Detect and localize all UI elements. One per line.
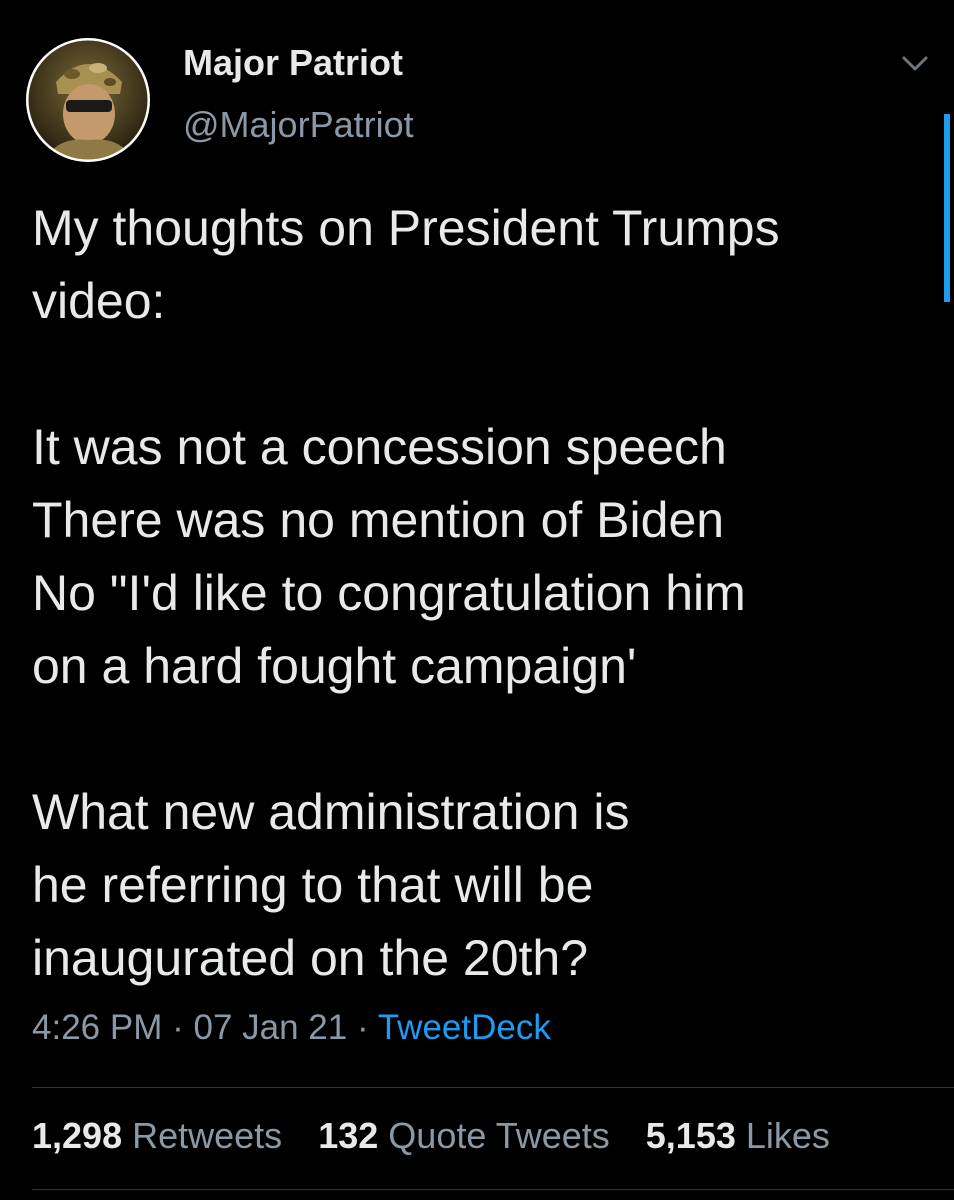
divider — [32, 1087, 954, 1088]
tweet-line: It was not a concession speech — [32, 419, 727, 475]
tweet-detail: Major Patriot @MajorPatriot My thoughts … — [0, 0, 954, 1200]
tweet-time[interactable]: 4:26 PM — [32, 1008, 162, 1047]
retweets-label: Retweets — [132, 1115, 283, 1156]
tweet-date[interactable]: 07 Jan 21 — [193, 1008, 347, 1047]
profile-photo-icon — [26, 38, 150, 162]
quote-tweets-count: 132 — [318, 1115, 379, 1156]
tweet-meta: 4:26 PM · 07 Jan 21 · TweetDeck — [32, 1008, 551, 1048]
tweet-line: he referring to that will be — [32, 857, 594, 913]
likes-label: Likes — [745, 1115, 830, 1156]
tweet-line: inaugurated on the 20th? — [32, 930, 589, 986]
retweets-count: 1,298 — [32, 1115, 123, 1156]
retweets-stat[interactable]: 1,298 Retweets — [32, 1115, 282, 1156]
tweet-text: My thoughts on President Trumps video: I… — [32, 192, 932, 995]
tweet-source-link[interactable]: TweetDeck — [378, 1008, 551, 1047]
author-name[interactable]: Major Patriot — [183, 42, 403, 84]
tweet-line: My thoughts on President Trumps — [32, 200, 780, 256]
tweet-line: video: — [32, 273, 166, 329]
divider — [32, 1189, 954, 1190]
tweet-line: on a hard fought campaign' — [32, 638, 637, 694]
quote-tweets-stat[interactable]: 132 Quote Tweets — [318, 1115, 610, 1156]
tweet-line: There was no mention of Biden — [32, 492, 725, 548]
author-handle[interactable]: @MajorPatriot — [183, 104, 414, 146]
tweet-stats: 1,298 Retweets 132 Quote Tweets 5,153 Li… — [32, 1115, 856, 1157]
tweet-line: No "I'd like to congratulation him — [32, 565, 746, 621]
meta-separator: · — [172, 1008, 184, 1047]
tweet-paragraph: What new administration is he referring … — [32, 776, 932, 995]
tweet-paragraph: It was not a concession speech There was… — [32, 411, 932, 703]
likes-count: 5,153 — [645, 1115, 736, 1156]
meta-separator: · — [356, 1008, 369, 1047]
quote-tweets-label: Quote Tweets — [388, 1115, 610, 1156]
tweet-paragraph: My thoughts on President Trumps video: — [32, 192, 932, 338]
scroll-indicator — [944, 114, 950, 302]
chevron-down-icon[interactable] — [898, 50, 932, 76]
likes-stat[interactable]: 5,153 Likes — [646, 1115, 830, 1156]
tweet-line: What new administration is — [32, 784, 630, 840]
avatar[interactable] — [26, 38, 150, 162]
